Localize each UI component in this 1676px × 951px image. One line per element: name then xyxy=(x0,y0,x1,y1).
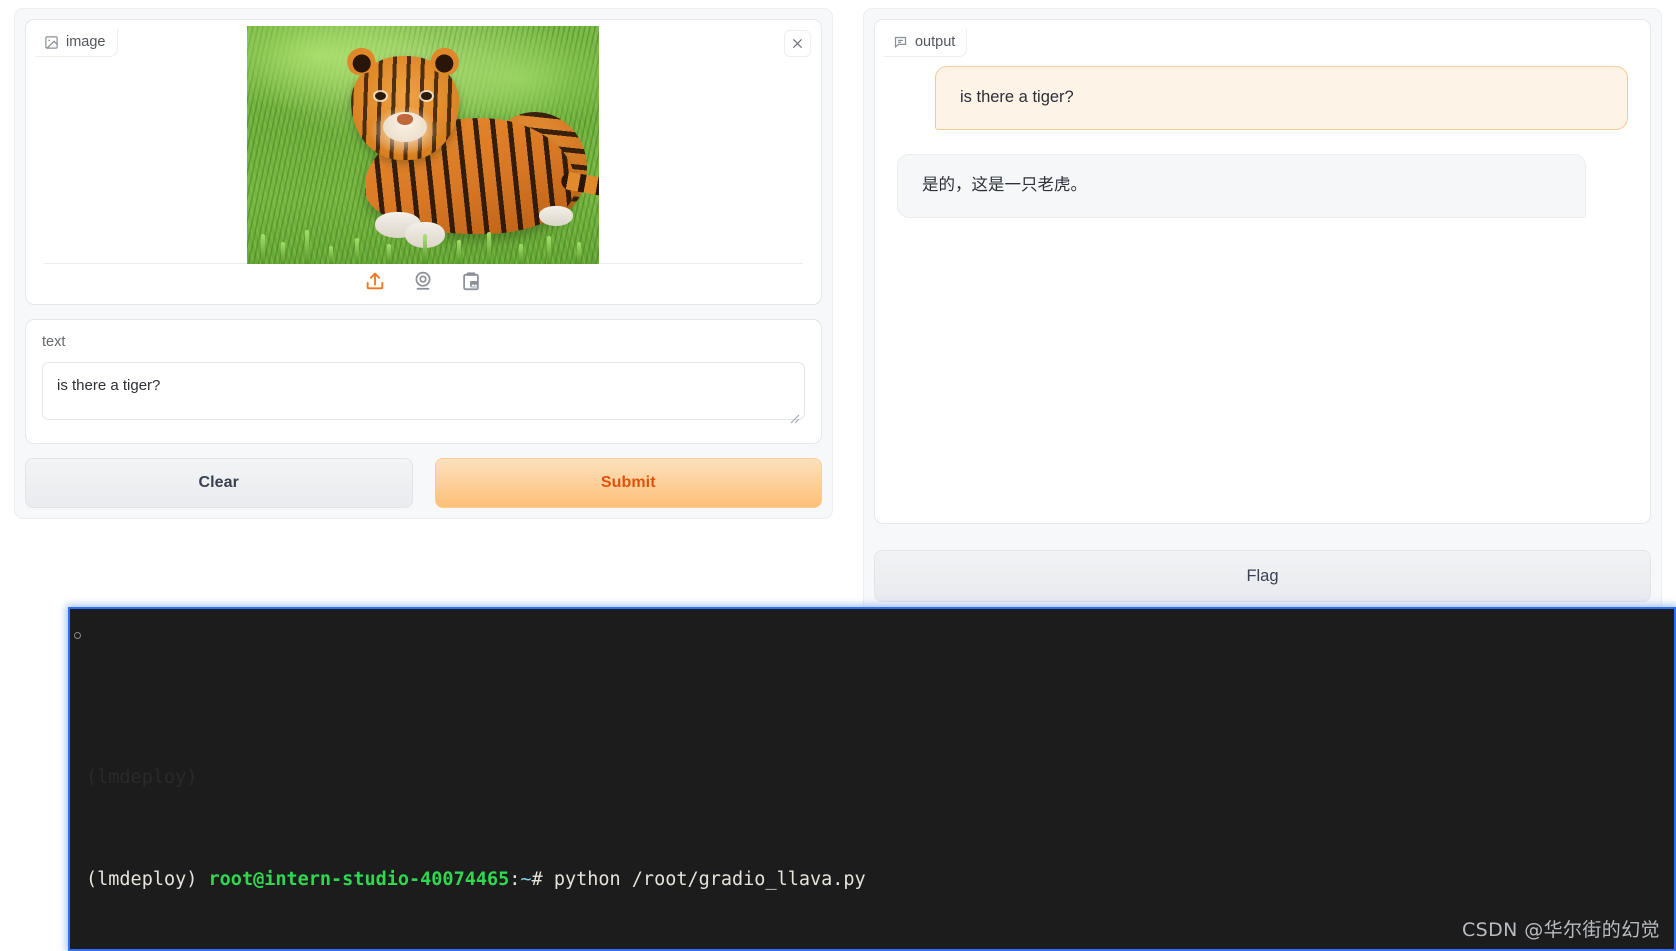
terminal-colon: : xyxy=(509,869,521,891)
clipboard-icon[interactable] xyxy=(458,268,484,294)
clear-button[interactable]: Clear xyxy=(25,458,413,508)
webcam-icon[interactable] xyxy=(410,268,436,294)
image-icon xyxy=(44,35,59,50)
action-buttons: Clear Submit xyxy=(25,458,822,508)
terminal-bullet-icon xyxy=(74,632,81,639)
text-input-label: text xyxy=(42,334,66,350)
watermark: CSDN @华尔街的幻觉 xyxy=(1461,918,1660,941)
flag-row: Flag xyxy=(873,550,1651,602)
flag-button[interactable]: Flag xyxy=(873,550,1651,602)
chat-message-bot: 是的，这是一只老虎。 xyxy=(896,153,1586,218)
terminal-path: ~ xyxy=(520,869,532,891)
chat-icon xyxy=(893,35,908,50)
tiger-photo xyxy=(247,26,600,264)
upload-icon[interactable] xyxy=(362,268,388,294)
image-upload-block[interactable]: image xyxy=(25,19,822,305)
terminal-hash: # xyxy=(531,869,554,891)
image-source-toolbar xyxy=(26,268,821,294)
output-block-label: output xyxy=(883,29,968,57)
terminal-prompt-line: (lmdeploy) root@intern-studio-40074465:~… xyxy=(86,867,1674,892)
text-input[interactable] xyxy=(42,362,805,420)
chatbot-output-block: output is there a tiger? 是的，这是一只老虎。 xyxy=(873,19,1651,524)
gradio-app: image text is there a tiger? Clear Submi… xyxy=(0,0,1676,660)
chat-message-user: is there a tiger? xyxy=(934,66,1628,130)
submit-button[interactable]: Submit xyxy=(434,458,822,508)
terminal-env: (lmdeploy) xyxy=(86,869,209,891)
image-preview[interactable] xyxy=(44,26,803,264)
screen: image text is there a tiger? Clear Submi… xyxy=(0,0,1676,951)
input-column: image text is there a tiger? Clear Submi… xyxy=(14,8,833,660)
terminal-output: (lmdeploy) (lmdeploy) root@intern-studio… xyxy=(70,689,1674,949)
image-block-label-text: image xyxy=(66,34,106,51)
output-block-label-text: output xyxy=(914,34,956,51)
output-column: output is there a tiger? 是的，这是一只老虎。 Flag xyxy=(862,8,1662,660)
close-icon[interactable] xyxy=(783,30,811,57)
terminal-line-clipped: (lmdeploy) xyxy=(86,767,198,789)
image-block-label: image xyxy=(35,29,118,57)
output-group: output is there a tiger? 是的，这是一只老虎。 Flag xyxy=(862,8,1662,613)
terminal-user-host: root@intern-studio-40074465 xyxy=(208,869,510,891)
input-group: image text is there a tiger? Clear Submi… xyxy=(14,8,833,519)
terminal-command: python /root/gradio_llava.py xyxy=(553,869,866,891)
terminal-window[interactable]: (lmdeploy) (lmdeploy) root@intern-studio… xyxy=(68,607,1676,951)
text-input-block[interactable]: text xyxy=(25,319,822,444)
